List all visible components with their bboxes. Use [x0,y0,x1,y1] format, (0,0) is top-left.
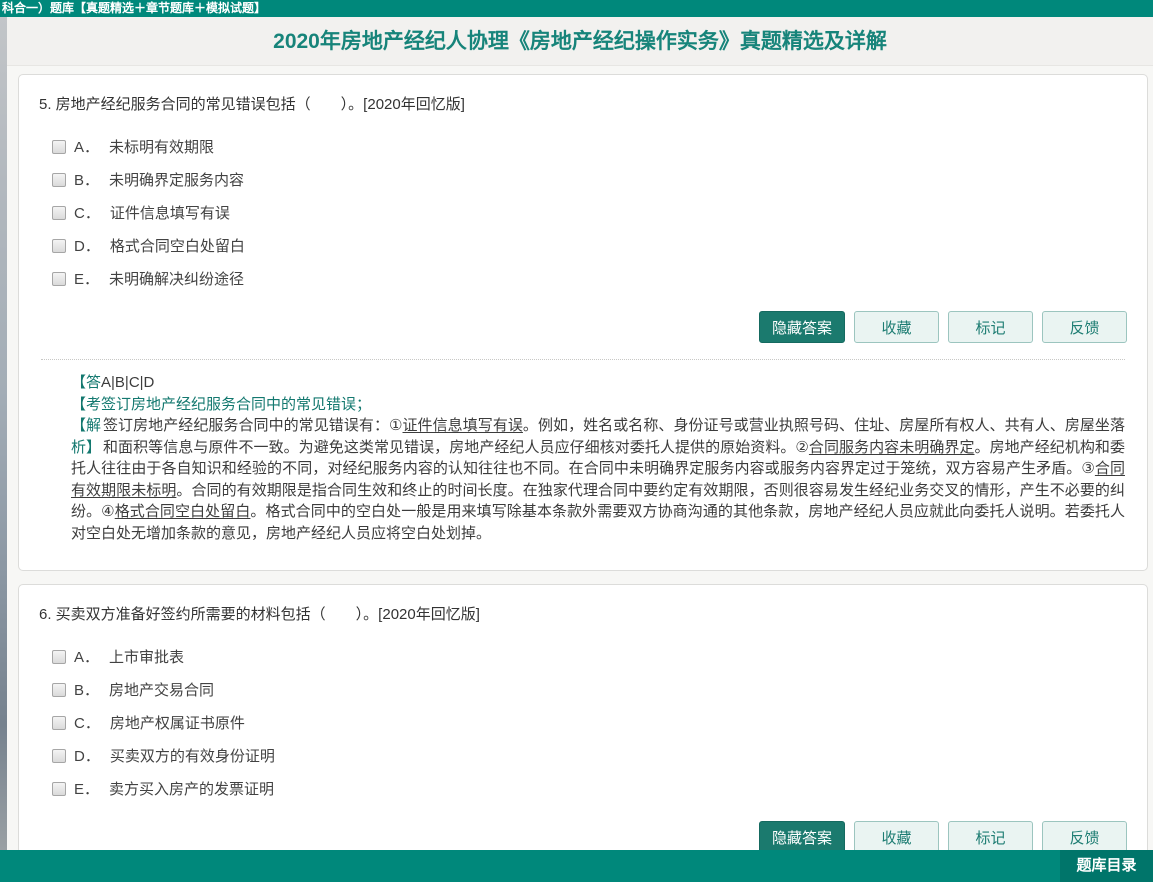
option-text: 房地产权属证书原件 [110,712,245,733]
background-image-strip [0,17,7,850]
option-checkbox[interactable] [52,683,66,697]
option-text: 未明确解决纠纷途径 [109,268,244,289]
option-checkbox[interactable] [52,272,66,286]
option-letter: D． [74,235,100,256]
option-letter: A． [74,136,99,157]
top-bar-title: 科合一）题库【真题精选＋章节题库＋模拟试题】 [2,1,266,15]
options-list: A． 未标明有效期限 B． 未明确界定服务内容 C． 证件信息填写有误 D． 格… [39,130,1127,295]
option-letter: E． [74,268,99,289]
feedback-button[interactable]: 反馈 [1042,311,1127,343]
option-row-b: B． 房地产交易合同 [39,673,1127,706]
option-row-d: D． 格式合同空白处留白 [39,229,1127,262]
options-list: A． 上市审批表 B． 房地产交易合同 C． 房地产权属证书原件 D． 买卖双方… [39,640,1127,805]
feedback-button[interactable]: 反馈 [1042,821,1127,853]
answer-section: 【答A|B|C|D 【考签订房地产经纪服务合同中的常见错误； 【解析】签订房地产… [71,372,1125,544]
top-bar: 科合一）题库【真题精选＋章节题库＋模拟试题】 [0,0,1153,17]
answer-label: 【答 [71,374,101,391]
option-checkbox[interactable] [52,206,66,220]
option-row-e: E． 未明确解决纠纷途径 [39,262,1127,295]
page-title: 2020年房地产经纪人协理《房地产经纪操作实务》真题精选及详解 [7,17,1153,66]
option-row-e: E． 卖方买入房产的发票证明 [39,772,1127,805]
analysis-paragraph: 【解析】签订房地产经纪服务合同中的常见错误有：①证件信息填写有误。例如，姓名或名… [71,415,1125,544]
option-text: 格式合同空白处留白 [110,235,245,256]
mark-button[interactable]: 标记 [948,311,1033,343]
option-checkbox[interactable] [52,140,66,154]
option-checkbox[interactable] [52,749,66,763]
option-row-a: A． 未标明有效期限 [39,130,1127,163]
option-checkbox[interactable] [52,650,66,664]
option-letter: B． [74,679,99,700]
exam-point-text: 签订房地产经纪服务合同中的常见错误； [101,396,371,413]
question-card-6: 6. 买卖双方准备好签约所需要的材料包括（ ）。[2020年回忆版] A． 上市… [18,584,1148,880]
option-letter: B． [74,169,99,190]
question-card-5: 5. 房地产经纪服务合同的常见错误包括（ ）。[2020年回忆版] A． 未标明… [18,74,1148,571]
answer-line: 【答A|B|C|D [71,372,1125,394]
analysis-text: 签订房地产经纪服务合同中的常见错误有：①证件信息填写有误。例如，姓名或名称、身份… [71,417,1125,542]
option-letter: A． [74,646,99,667]
exam-point-line: 【考签订房地产经纪服务合同中的常见错误； [71,394,1125,416]
option-checkbox[interactable] [52,173,66,187]
question-actions: 隐藏答案 收藏 标记 反馈 [39,311,1127,343]
option-letter: E． [74,778,99,799]
option-checkbox[interactable] [52,239,66,253]
favorite-button[interactable]: 收藏 [854,821,939,853]
answer-divider [41,359,1125,360]
option-text: 未明确界定服务内容 [109,169,244,190]
option-text: 上市审批表 [109,646,184,667]
exam-point-label: 【考 [71,396,101,413]
option-text: 卖方买入房产的发票证明 [109,778,274,799]
option-row-a: A． 上市审批表 [39,640,1127,673]
option-text: 买卖双方的有效身份证明 [110,745,275,766]
option-row-d: D． 买卖双方的有效身份证明 [39,739,1127,772]
option-letter: D． [74,745,100,766]
hide-answer-button[interactable]: 隐藏答案 [759,821,845,853]
option-text: 证件信息填写有误 [110,202,230,223]
answer-value: A|B|C|D [101,374,154,391]
option-row-c: C． 房地产权属证书原件 [39,706,1127,739]
option-text: 房地产交易合同 [109,679,214,700]
option-text: 未标明有效期限 [109,136,214,157]
option-letter: C． [74,712,100,733]
favorite-button[interactable]: 收藏 [854,311,939,343]
option-row-b: B． 未明确界定服务内容 [39,163,1127,196]
question-bank-catalog-link[interactable]: 题库目录 [1060,850,1153,882]
bottom-bar: 题库目录 [0,850,1153,882]
question-stem: 5. 房地产经纪服务合同的常见错误包括（ ）。[2020年回忆版] [39,95,1127,114]
option-row-c: C． 证件信息填写有误 [39,196,1127,229]
question-stem: 6. 买卖双方准备好签约所需要的材料包括（ ）。[2020年回忆版] [39,605,1127,624]
page-content: 2020年房地产经纪人协理《房地产经纪操作实务》真题精选及详解 5. 房地产经纪… [7,17,1153,882]
page-header: 2020年房地产经纪人协理《房地产经纪操作实务》真题精选及详解 [7,17,1153,66]
hide-answer-button[interactable]: 隐藏答案 [759,311,845,343]
option-checkbox[interactable] [52,716,66,730]
question-actions: 隐藏答案 收藏 标记 反馈 [39,821,1127,853]
option-checkbox[interactable] [52,782,66,796]
mark-button[interactable]: 标记 [948,821,1033,853]
option-letter: C． [74,202,100,223]
analysis-label: 【解析】 [71,415,103,458]
